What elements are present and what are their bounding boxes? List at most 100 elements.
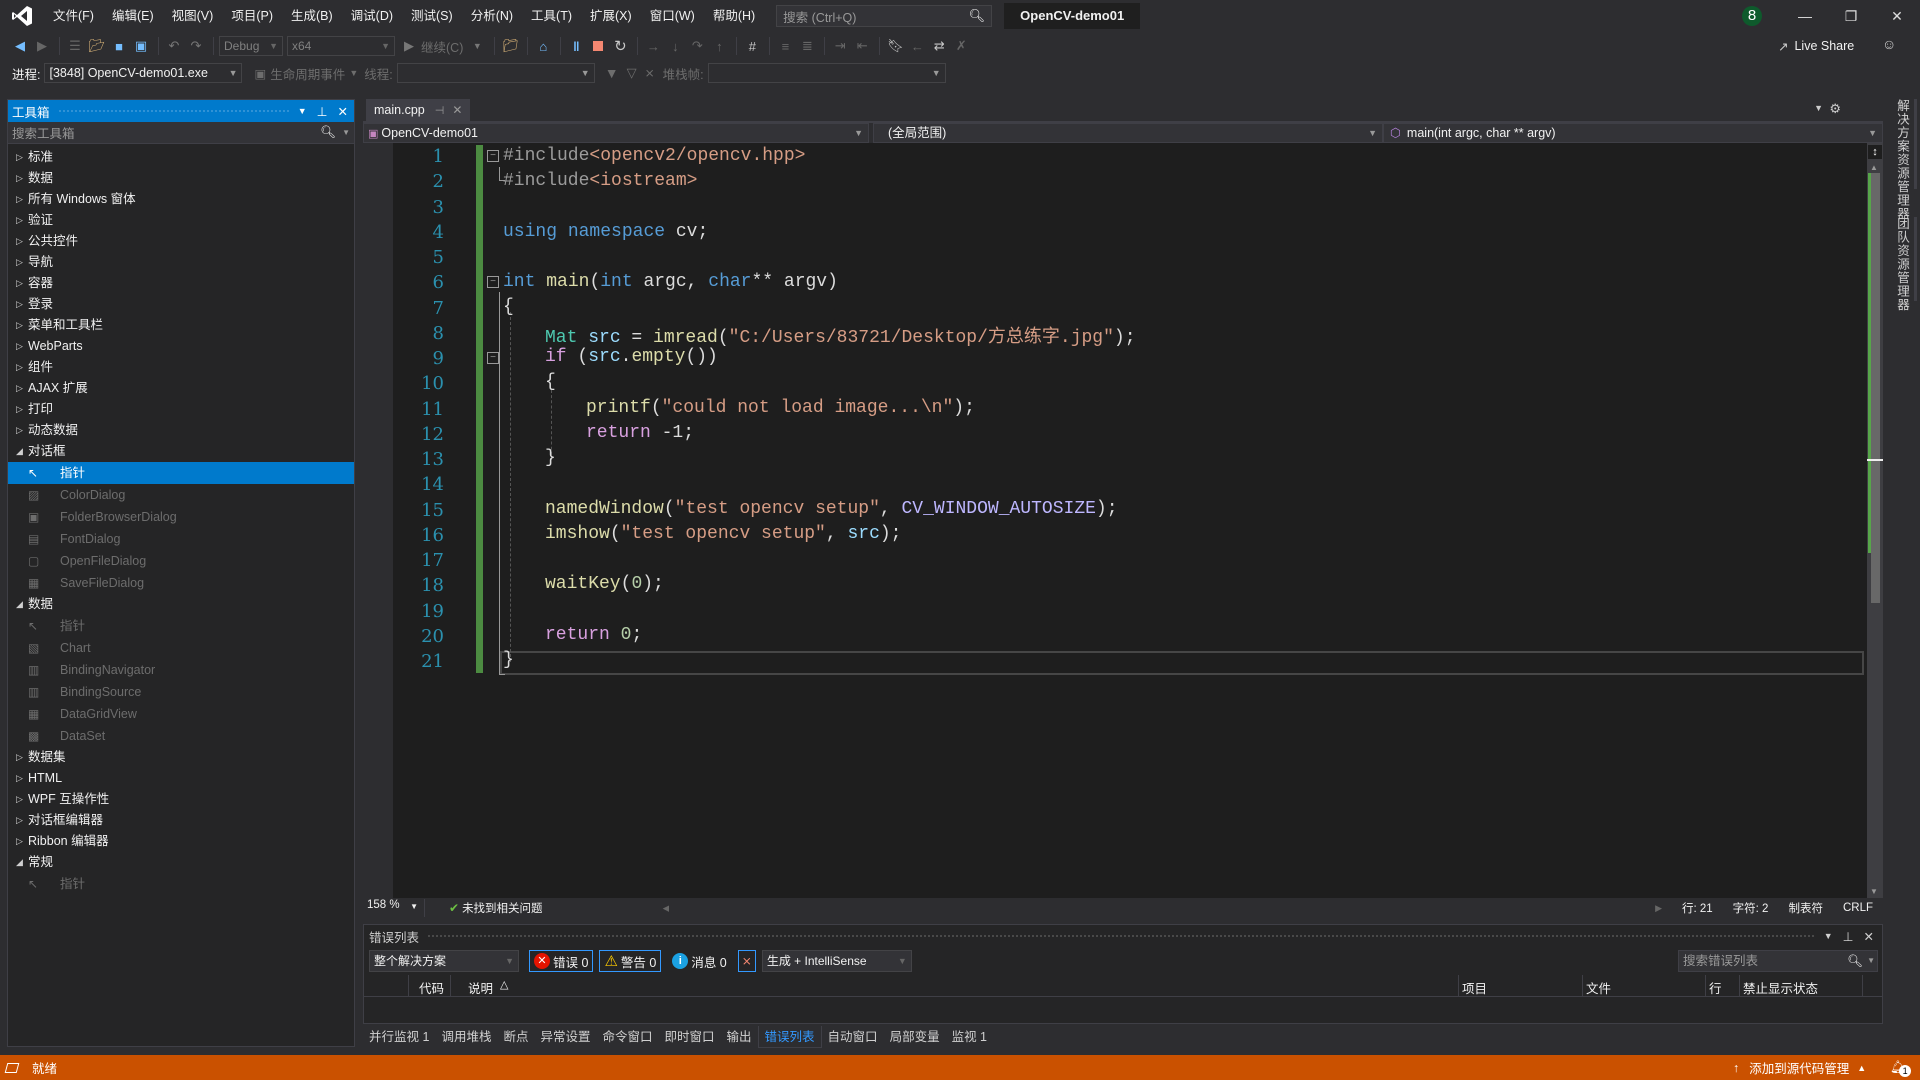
search-icon[interactable]: 🔍︎ [1847,951,1863,971]
tab-error-list[interactable]: 错误列表 [757,1026,822,1048]
platform-dropdown[interactable]: x64 ▼ [287,36,395,56]
scrollbar-thumb[interactable] [1871,173,1880,603]
editor-horizontal-scrollbar[interactable] [669,899,1656,917]
toolbox-item[interactable]: ↖ 指针 [8,873,354,895]
toolbox-group[interactable]: ▷ 标准 [8,147,354,168]
warnings-filter-toggle[interactable]: ⚠ 警告 0 [599,950,662,972]
toolbox-group-dialogs[interactable]: ◢ 对话框 [8,441,354,462]
thread-dropdown[interactable]: ▼ [396,63,595,83]
stop-icon[interactable] [588,36,608,56]
toolbox-group[interactable]: ▷ 数据集 [8,747,354,768]
save-icon[interactable]: ■ [109,36,129,56]
line-indicator[interactable]: 行: 21 [1682,900,1713,916]
application-icon[interactable]: ⌂ [533,36,553,56]
zoom-dropdown[interactable]: 158 % ▼ [363,899,425,917]
toolbox-group[interactable]: ▷ 数据 [8,168,354,189]
bookmark-icon[interactable]: 🔖︎ [885,36,905,56]
drag-grip[interactable] [57,108,290,114]
feedback-icon[interactable]: ☺ [1882,36,1896,52]
toolbox-item[interactable]: ▥ BindingNavigator [8,659,354,681]
scope-dropdown[interactable]: 整个解决方案 ▼ [369,950,519,972]
collapse-region-icon[interactable]: − [487,150,499,162]
column-file[interactable]: 文件 [1586,978,1611,997]
line-ending-indicator[interactable]: CRLF [1843,902,1873,914]
tab-list-dropdown-icon[interactable]: ▼ [1814,103,1823,113]
chevron-down-icon[interactable]: ▼ [467,36,487,56]
menu-edit[interactable]: 编辑(E) [103,0,163,32]
filter-icon[interactable]: ▼ [605,65,619,81]
toolbox-group-general[interactable]: ◢ 常规 [8,852,354,873]
member-dropdown[interactable]: ⬡ main(int argc, char ** argv) ▼ [1383,123,1883,143]
comment-icon[interactable]: ≡ [775,36,795,56]
process-dropdown[interactable]: [3848] OpenCV-demo01.exe ▼ [44,63,243,83]
filter-flag-icon[interactable]: ▽ [627,65,637,81]
split-editor-icon[interactable]: ↕ [1868,145,1882,159]
scroll-up-icon[interactable]: ▲ [1870,163,1878,172]
tab-output[interactable]: 输出 [721,1026,758,1048]
pin-icon[interactable]: ⊥ [317,104,328,119]
toolbox-item-pointer[interactable]: ↖ 指针 [8,462,354,484]
menu-help[interactable]: 帮助(H) [704,0,764,32]
toolbox-group[interactable]: ▷ WPF 互操作性 [8,789,354,810]
menu-analyze[interactable]: 分析(N) [462,0,522,32]
step-into-icon[interactable]: ↓ [665,36,685,56]
menu-debug[interactable]: 调试(D) [342,0,402,32]
close-icon[interactable]: ✕ [1864,929,1874,944]
tab-immediate-window[interactable]: 即时窗口 [659,1026,721,1048]
tab-solution-explorer[interactable]: 解决方案资源管理器 [1892,99,1912,221]
toolbox-group[interactable]: ▷ WebParts [8,336,354,357]
menu-project[interactable]: 项目(P) [222,0,282,32]
tab-autos[interactable]: 自动窗口 [822,1026,884,1048]
toolbox-item[interactable]: ▦ DataGridView [8,703,354,725]
show-next-statement-icon[interactable]: → [643,36,663,56]
menu-window[interactable]: 窗口(W) [641,0,704,32]
close-icon[interactable]: ✕ [452,103,462,117]
toolbox-group[interactable]: ▷ AJAX 扩展 [8,378,354,399]
errors-filter-toggle[interactable]: ✕ 错误 0 [529,950,594,972]
prev-bookmark-icon[interactable]: ← [907,36,927,56]
quick-search-input[interactable]: 搜索 (Ctrl+Q) 🔍︎ [776,5,993,27]
toolbox-item[interactable]: ▥ BindingSource [8,681,354,703]
close-icon[interactable]: ✕ [338,104,348,119]
lifecycle-events-button[interactable]: 生命周期事件 [270,64,345,83]
back-icon[interactable]: ◀ [10,36,30,56]
editor-vertical-scrollbar[interactable]: ↕ ▲ ▼ [1867,143,1883,898]
new-project-icon[interactable]: ☰ [65,36,85,56]
toolbox-group[interactable]: ▷ 验证 [8,210,354,231]
close-window-button[interactable]: ✕ [1874,0,1920,32]
tab-command-window[interactable]: 命令窗口 [596,1026,658,1048]
menu-view[interactable]: 视图(V) [163,0,223,32]
build-source-dropdown[interactable]: 生成 + IntelliSense ▼ [761,950,912,972]
messages-filter-toggle[interactable]: i 消息 0 [667,950,731,972]
collapse-region-icon[interactable]: − [487,352,499,364]
clear-filter-button[interactable]: ⨯ [737,950,756,972]
find-in-files-icon[interactable]: 📁︎ [500,36,520,56]
toggle-threads-icon[interactable]: ⨯ [645,66,655,80]
clear-bookmarks-icon[interactable]: ✗ [951,36,971,56]
tab-breakpoints[interactable]: 断点 [497,1026,534,1048]
pause-icon[interactable]: ‖ [566,36,586,56]
menu-extensions[interactable]: 扩展(X) [581,0,641,32]
toolbox-item[interactable]: ▨ ColorDialog [8,484,354,506]
pin-icon[interactable]: ⊥ [1843,929,1854,944]
chevron-down-icon[interactable]: ▼ [1867,951,1875,971]
scroll-right-icon[interactable]: ▶ [1655,903,1662,914]
toolbox-item[interactable]: ▣ FolderBrowserDialog [8,506,354,528]
toolbox-item[interactable]: ▢ OpenFileDialog [8,550,354,572]
column-suppression-state[interactable]: 禁止显示状态 [1743,978,1818,997]
scroll-left-icon[interactable]: ◀ [663,903,670,914]
chevron-down-icon[interactable]: ▼ [342,128,350,137]
column-description[interactable]: 说明 [468,978,493,997]
toolbox-group[interactable]: ▷ 菜单和工具栏 [8,315,354,336]
chevron-up-icon[interactable]: ▲ [1857,1063,1866,1073]
toolbox-item[interactable]: ▤ FontDialog [8,528,354,550]
toolbox-group[interactable]: ▷ 导航 [8,252,354,273]
save-all-icon[interactable]: ▣ [131,36,151,56]
step-out-icon[interactable]: ↑ [709,36,729,56]
restart-icon[interactable]: ↻ [610,36,630,56]
step-over-icon[interactable]: ↷ [687,36,707,56]
collapse-region-icon[interactable]: − [487,276,499,288]
tab-main-cpp[interactable]: main.cpp ⊣ ✕ [366,99,471,121]
toolbox-item[interactable]: ▦ SaveFileDialog [8,572,354,594]
toolbox-group[interactable]: ▷ 登录 [8,294,354,315]
